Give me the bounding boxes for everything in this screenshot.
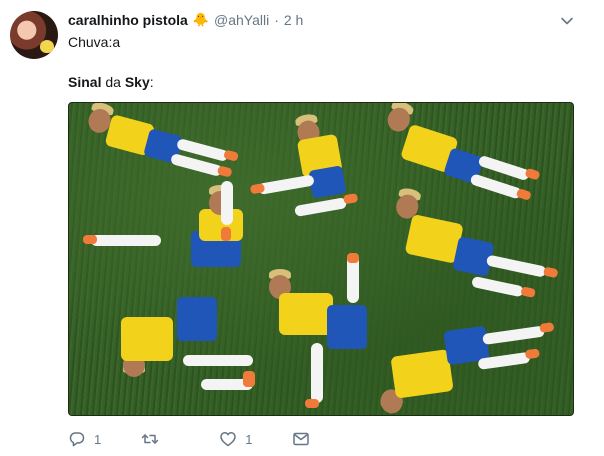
like-count: 1 [245,431,253,447]
tweet-text-line1: Chuva:a [68,34,121,50]
player-figure [372,185,571,330]
avatar[interactable] [10,11,58,59]
player-figure [259,253,389,413]
direct-message-button[interactable] [292,430,310,448]
username-handle[interactable]: @ahYalli [214,11,269,29]
player-figure [81,181,271,280]
chevron-down-icon[interactable] [560,14,574,28]
retweet-button[interactable] [141,430,167,448]
tweet-text-line2: Sinal da Sky: [68,73,154,91]
retweet-icon [141,434,159,444]
timestamp[interactable]: 2 h [284,11,303,29]
chick-emoji-icon: 🐥 [192,12,209,27]
player-figure [97,293,267,403]
envelope-icon [293,432,310,446]
heart-icon [220,432,236,447]
text-sky: Sky [124,74,150,90]
tweet-media-image[interactable] [68,102,574,416]
text-colon: : [149,74,154,90]
reply-icon [69,432,85,447]
display-name[interactable]: caralhinho pistola [68,11,188,29]
tweet-header: caralhinho pistola 🐥 @ahYalli · 2 h [68,11,303,29]
tweet-actions: 1 1 [68,430,310,448]
separator-dot: · [274,12,279,28]
text-da: da [101,74,125,90]
avatar-bird-icon [40,40,54,53]
like-button[interactable]: 1 [219,430,252,448]
reply-button[interactable]: 1 [68,430,101,448]
player-figure [363,310,564,415]
text-sinal: Sinal [68,74,102,90]
reply-count: 1 [94,431,102,447]
